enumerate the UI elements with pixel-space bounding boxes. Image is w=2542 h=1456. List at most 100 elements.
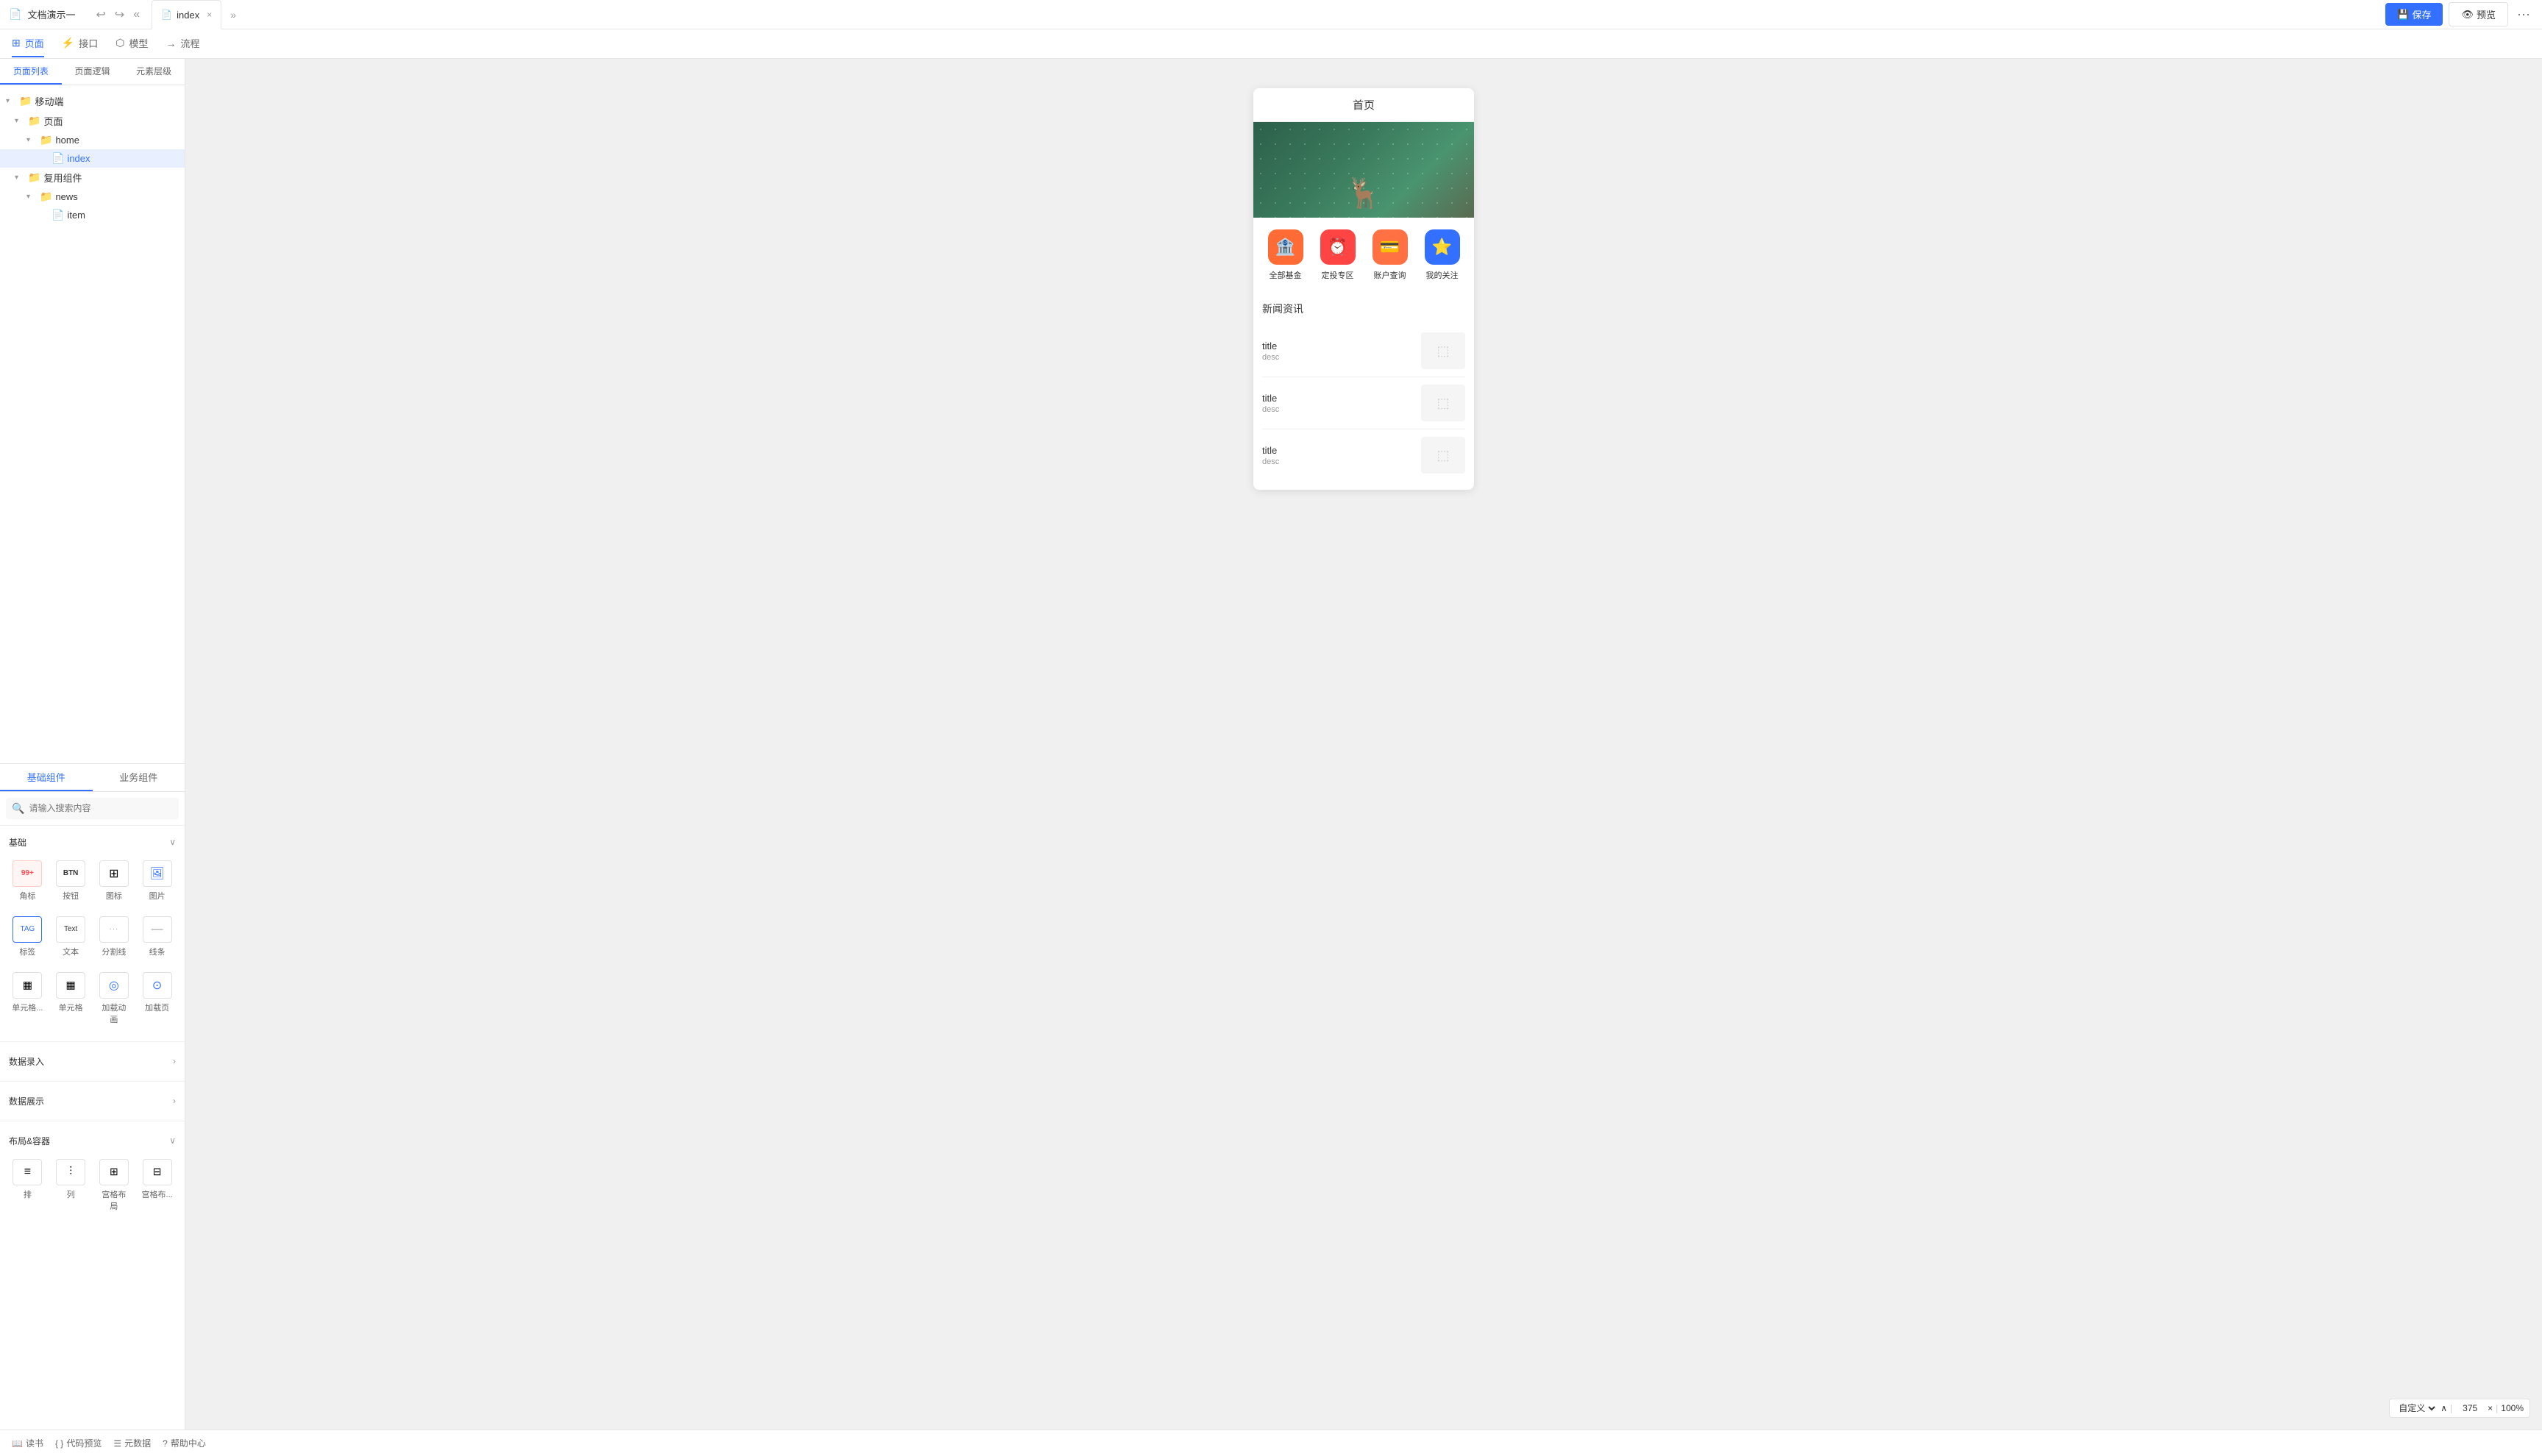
bottom-item-meta-data[interactable]: ☰ 元数据	[113, 1437, 151, 1449]
zoom-bar: 自定义 ∧ | × | 100%	[2389, 1399, 2530, 1418]
comp-collapse-data-display-icon[interactable]: ›	[173, 1096, 176, 1106]
subnav-api-label: 接口	[79, 36, 98, 50]
comp-item-single-grid[interactable]: ▦ 单元格	[52, 968, 90, 1029]
tab-bar: 📄 index ×	[152, 0, 221, 29]
comp-item-badge[interactable]: 99+ 角标	[9, 856, 46, 906]
more-tabs-icon[interactable]: »	[230, 9, 236, 21]
news-item-3-title: title	[1262, 445, 1414, 456]
comp-item-col[interactable]: ⫶ 列	[52, 1155, 90, 1216]
comp-section-basic: 基础 ∨ 99+ 角标 BTN 按钮 ⊞	[0, 826, 185, 1038]
comp-section-layout-header: 布局&容器 ∨	[9, 1130, 176, 1152]
zoom-width-input[interactable]	[2455, 1403, 2485, 1413]
save-label: 保存	[2412, 7, 2431, 21]
preview-label: 预览	[2477, 7, 2496, 21]
tree-label-item: item	[67, 210, 179, 221]
icon-item-fixed-invest[interactable]: ⏰ 定投专区	[1320, 229, 1356, 281]
news-item-1-title: title	[1262, 340, 1414, 351]
comp-tab-business[interactable]: 业务组件	[93, 764, 185, 791]
zoom-close-icon[interactable]: ×	[2488, 1403, 2493, 1413]
canvas-area: 首页 🦌 🏦 全部基金 ⏰ 定投专区 💳 账户查询	[185, 59, 2542, 1430]
bottom-item-help[interactable]: ? 帮助中心	[163, 1437, 206, 1449]
tree-item-item[interactable]: 📄 item	[0, 206, 185, 224]
news-item-1[interactable]: title desc ⬚	[1262, 325, 1465, 377]
comp-item-tag[interactable]: TAG 标签	[9, 912, 46, 962]
help-label: 帮助中心	[171, 1437, 206, 1449]
tree-item-index[interactable]: 📄 index ···	[0, 149, 185, 168]
comp-collapse-basic-icon[interactable]: ∨	[169, 837, 176, 847]
bottom-item-read[interactable]: 📖 读书	[12, 1437, 43, 1449]
news-item-2[interactable]: title desc ⬚	[1262, 377, 1465, 429]
divider-label: 分割线	[102, 946, 126, 957]
tree-item-reusable[interactable]: ▾ 📁 复用组件	[0, 168, 185, 188]
tab-index[interactable]: 📄 index ×	[152, 0, 221, 29]
subnav-item-model[interactable]: ⬡ 模型	[115, 30, 148, 57]
news-img-placeholder-icon-3: ⬚	[1436, 448, 1449, 463]
col-icon: ⫶	[56, 1159, 85, 1185]
tab-collapse-icon[interactable]: «	[133, 8, 140, 21]
icon-circle-fixed-invest: ⏰	[1320, 229, 1356, 265]
comp-item-grid-a[interactable]: ⊞ 宫格布局	[96, 1155, 133, 1216]
tree-folder-mobile-icon: 📁	[19, 95, 32, 107]
news-item-3[interactable]: title desc ⬚	[1262, 429, 1465, 481]
undo-button[interactable]: ↩	[93, 4, 108, 25]
icon-circle-all-funds: 🏦	[1268, 229, 1303, 265]
tab-page-list[interactable]: 页面列表	[0, 59, 62, 85]
comp-collapse-layout-icon[interactable]: ∨	[169, 1135, 176, 1146]
comp-tab-basic[interactable]: 基础组件	[0, 764, 93, 791]
tab-page-logic[interactable]: 页面逻辑	[62, 59, 124, 85]
comp-item-row[interactable]: ≡ 排	[9, 1155, 46, 1216]
tree-item-home[interactable]: ▾ 📁 home	[0, 131, 185, 149]
phone-title: 首页	[1353, 99, 1375, 112]
comp-section-data-entry: 数据录入 ›	[0, 1045, 185, 1078]
comp-item-single-grid-full[interactable]: ▦ 单元格...	[9, 968, 46, 1029]
code-preview-icon: { }	[55, 1438, 63, 1449]
tree-arrow-home: ▾	[26, 136, 37, 144]
help-icon: ?	[163, 1438, 168, 1449]
tree-item-mobile[interactable]: ▾ 📁 移动端	[0, 91, 185, 111]
more-button[interactable]: ···	[2514, 4, 2533, 25]
page-icon: ⊞	[12, 37, 21, 49]
tree-arrow-mobile: ▾	[6, 97, 16, 105]
comp-item-loading-anim[interactable]: ◎ 加载动画	[96, 968, 133, 1029]
topbar-right: 💾 保存 👁 预览 ···	[2385, 2, 2533, 26]
comp-section-data-entry-header[interactable]: 数据录入 ›	[9, 1051, 176, 1072]
comp-item-icon-comp[interactable]: ⊞ 图标	[96, 856, 133, 906]
tree-arrow-pages: ▾	[15, 117, 25, 125]
comp-item-image[interactable]: 🖼 图片	[138, 856, 176, 906]
news-text-1: title desc	[1262, 340, 1414, 362]
comp-collapse-data-entry-icon[interactable]: ›	[173, 1056, 176, 1066]
text-icon: Text	[56, 916, 85, 943]
save-button[interactable]: 💾 保存	[2385, 3, 2443, 26]
tab-close-icon[interactable]: ×	[207, 10, 212, 20]
icon-item-my-follows[interactable]: ⭐ 我的关注	[1425, 229, 1460, 281]
tab-element-layer[interactable]: 元素层级	[123, 59, 185, 85]
subnav-item-api[interactable]: ⚡ 接口	[62, 30, 98, 57]
model-icon: ⬡	[115, 37, 124, 49]
comp-item-load-more[interactable]: ⊙ 加载页	[138, 968, 176, 1029]
icon-item-account-query[interactable]: 💳 账户查询	[1373, 229, 1408, 281]
news-section-title: 新闻资讯	[1262, 301, 1465, 316]
zoom-preset-select[interactable]: 自定义	[2396, 1402, 2438, 1414]
comp-section-layout: 布局&容器 ∨ ≡ 排 ⫶ 列 ⊞	[0, 1124, 185, 1225]
bottom-item-code-preview[interactable]: { } 代码预览	[55, 1437, 102, 1449]
comp-item-divider[interactable]: ··· 分割线	[96, 912, 133, 962]
icon-item-all-funds[interactable]: 🏦 全部基金	[1268, 229, 1303, 281]
tree-item-pages[interactable]: ▾ 📁 页面	[0, 111, 185, 131]
button-label: 按钮	[63, 890, 79, 902]
tag-label: 标签	[19, 946, 35, 957]
subnav-item-flow[interactable]: → 流程	[165, 30, 199, 57]
read-label: 读书	[26, 1437, 43, 1449]
tree-item-news[interactable]: ▾ 📁 news	[0, 188, 185, 206]
comp-item-button[interactable]: BTN 按钮	[52, 856, 90, 906]
subnav-item-page[interactable]: ⊞ 页面	[12, 30, 44, 57]
zoom-arrow-icon: ∧	[2440, 1403, 2447, 1413]
comp-item-grid-b[interactable]: ⊟ 宫格布...	[138, 1155, 176, 1216]
comp-item-text[interactable]: Text 文本	[52, 912, 90, 962]
save-icon: 💾	[2397, 9, 2409, 21]
preview-button[interactable]: 👁 预览	[2449, 2, 2508, 26]
redo-button[interactable]: ↪	[112, 4, 127, 25]
comp-section-data-display-header[interactable]: 数据展示 ›	[9, 1091, 176, 1112]
search-input[interactable]	[29, 803, 173, 813]
comp-item-line[interactable]: — 线条	[138, 912, 176, 962]
loading-anim-label: 加载动画	[99, 1002, 130, 1025]
